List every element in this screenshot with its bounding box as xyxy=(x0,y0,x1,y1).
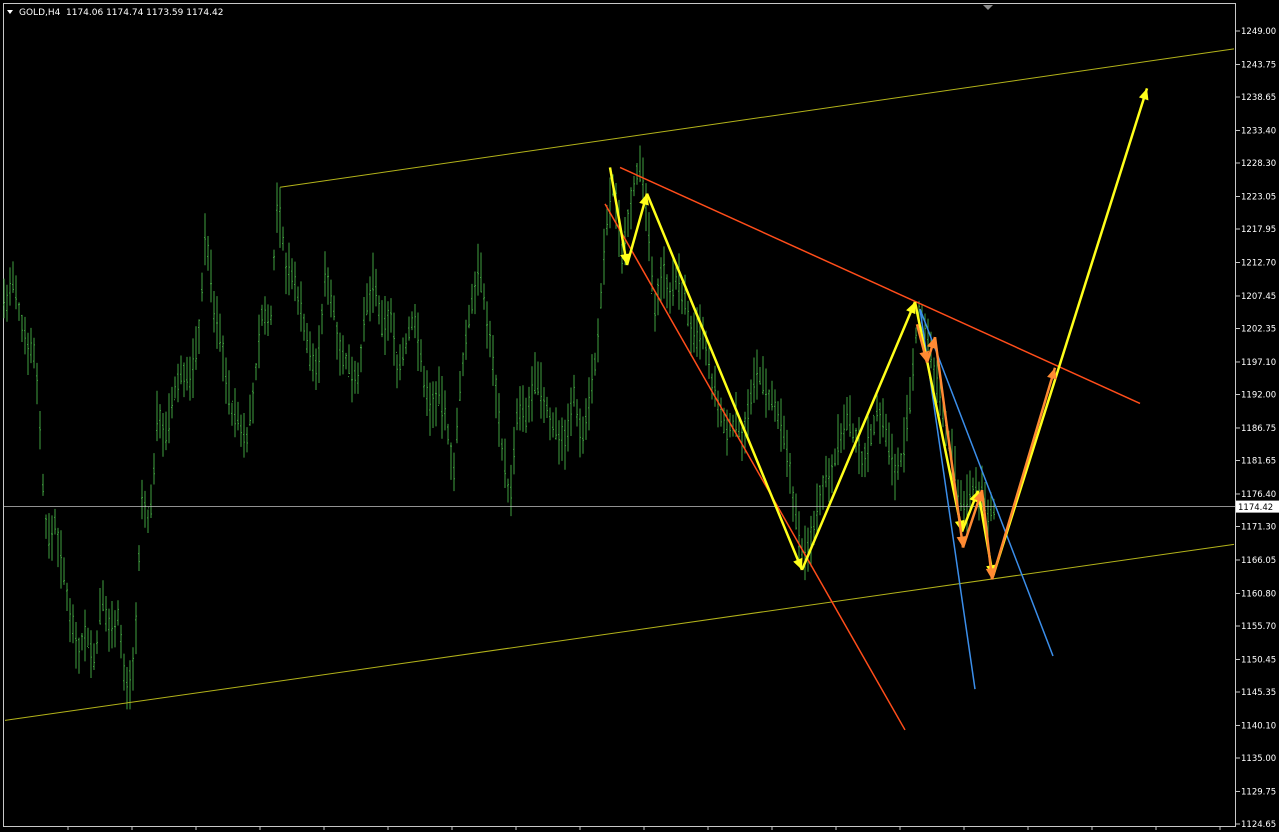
price-tick-label: 1238.65 xyxy=(1241,93,1276,103)
price-tick-label: 1192.00 xyxy=(1241,390,1276,400)
price-tick-label: 1124.65 xyxy=(1241,820,1276,830)
price-tick-label: 1217.95 xyxy=(1241,225,1276,235)
price-tick-label: 1249.00 xyxy=(1241,27,1276,37)
price-tick-label: 1160.80 xyxy=(1241,589,1276,599)
price-tick-label: 1145.35 xyxy=(1241,688,1276,698)
price-tick-label: 1129.75 xyxy=(1241,787,1276,797)
price-tick-label: 1186.75 xyxy=(1241,424,1276,434)
price-tick-label: 1233.40 xyxy=(1241,126,1276,136)
price-tick-label: 1166.05 xyxy=(1241,556,1276,566)
chart-background xyxy=(0,0,1279,832)
price-tick-label: 1140.10 xyxy=(1241,721,1276,731)
price-tick-label: 1228.30 xyxy=(1241,159,1276,169)
price-chart[interactable]: 1249.00 1243.75 1238.65 1233.40 1228.30 1223.… xyxy=(0,0,1279,832)
price-tick-label: 1135.00 xyxy=(1241,754,1276,764)
price-tick-label: 1207.45 xyxy=(1241,292,1276,302)
current-price-label: 1174.42 xyxy=(1238,503,1273,513)
ohlc-readout: 1174.06 1174.74 1173.59 1174.42 xyxy=(66,8,223,18)
chart-header: GOLD,H4 1174.06 1174.74 1173.59 1174.42 xyxy=(7,8,223,18)
price-tick-label: 1176.40 xyxy=(1241,490,1276,500)
price-tick-label: 1202.35 xyxy=(1241,324,1276,334)
price-tick-label: 1150.45 xyxy=(1241,655,1276,665)
price-tick-label: 1181.65 xyxy=(1241,457,1276,467)
symbol-timeframe-label: GOLD,H4 xyxy=(19,8,61,18)
price-tick-label: 1243.75 xyxy=(1241,60,1276,70)
price-tick-label: 1197.10 xyxy=(1241,358,1276,368)
price-tick-label: 1171.30 xyxy=(1241,523,1276,533)
price-tick-label: 1223.05 xyxy=(1241,192,1276,202)
price-tick-label: 1155.70 xyxy=(1241,622,1276,632)
price-tick-label: 1212.70 xyxy=(1241,258,1276,268)
